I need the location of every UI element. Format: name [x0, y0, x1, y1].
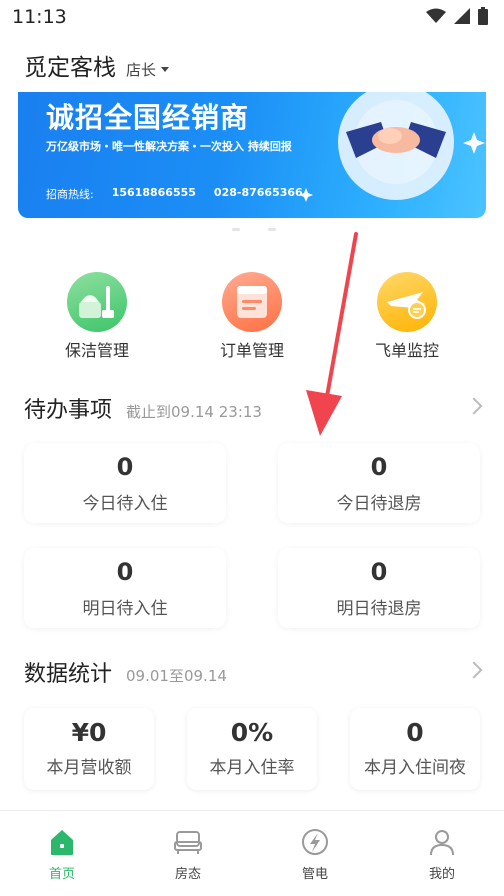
shop-name: 觅定客栈	[24, 55, 116, 81]
stat-card-occupancy[interactable]: 0% 本月入住率	[187, 708, 317, 790]
stats-more-chevron-icon[interactable]	[465, 661, 483, 679]
todo-value: 0	[370, 453, 388, 481]
banner-title: 诚招全国经销商	[46, 101, 250, 134]
annotation-arrow	[306, 232, 358, 436]
bed-icon	[173, 827, 203, 857]
todo-section-title: 待办事项 截止到09.14 23:13	[24, 392, 262, 424]
todo-label: 今日待入住	[82, 494, 168, 514]
stat-label: 本月入住率	[209, 758, 295, 778]
todo-card-tomorrow-checkin[interactable]: 0 明日待入住	[24, 548, 226, 628]
role-label: 店长	[126, 61, 157, 79]
stat-label: 本月营收额	[46, 758, 132, 778]
todo-value: 0	[116, 453, 134, 481]
todo-deadline: 截止到09.14 23:13	[126, 403, 262, 421]
todo-value: 0	[370, 558, 388, 586]
header: 觅定客栈 店长	[24, 48, 170, 82]
stat-value: ¥0	[71, 718, 107, 747]
stats-title: 数据统计	[24, 662, 113, 687]
quick-action-cleaning[interactable]: 保洁管理	[37, 272, 157, 361]
quick-action-label: 订单管理	[219, 341, 284, 360]
quick-action-orders[interactable]: 订单管理	[192, 272, 312, 361]
todo-card-today-checkout[interactable]: 0 今日待退房	[278, 443, 480, 523]
quick-action-label: 保洁管理	[64, 341, 129, 360]
stats-range: 09.01至09.14	[126, 667, 227, 685]
stat-label: 本月入住间夜	[364, 758, 466, 778]
role-dropdown[interactable]: 店长	[126, 59, 170, 80]
stats-section-title: 数据统计 09.01至09.14	[24, 656, 227, 688]
hotline-label: 招商热线:	[46, 188, 94, 201]
todo-card-tomorrow-checkout[interactable]: 0 明日待退房	[278, 548, 480, 628]
banner-hotline: 招商热线: 15618866555 028-87665366	[46, 186, 303, 202]
battery-icon	[478, 7, 488, 25]
tab-room-status[interactable]: 房态	[138, 827, 238, 882]
status-time: 11:13	[12, 6, 67, 28]
signal-icon	[454, 8, 470, 24]
caret-down-icon	[161, 67, 170, 72]
cleaning-icon	[67, 272, 127, 332]
stat-card-revenue[interactable]: ¥0 本月营收额	[24, 708, 154, 790]
hotline-phone-1: 15618866555	[111, 186, 196, 199]
banner-pagination	[232, 228, 276, 231]
wifi-icon	[426, 8, 446, 23]
todo-label: 明日待入住	[82, 599, 168, 619]
power-icon	[300, 827, 330, 857]
promo-banner[interactable]: 诚招全国经销商 万亿级市场・唯一性解决方案・一次投入 持续回报 招商热线: 15…	[18, 92, 486, 218]
handshake-illustration	[299, 92, 485, 202]
todo-title: 待办事项	[24, 398, 113, 423]
tab-label: 我的	[428, 867, 455, 882]
home-icon	[47, 827, 77, 857]
plane-icon	[377, 272, 437, 332]
todo-more-chevron-icon[interactable]	[465, 397, 483, 415]
user-icon	[427, 827, 457, 857]
stat-card-room-nights[interactable]: 0 本月入住间夜	[350, 708, 480, 790]
tab-label: 管电	[301, 867, 328, 882]
tab-home[interactable]: 首页	[12, 827, 112, 882]
todo-label: 今日待退房	[336, 494, 422, 514]
tab-label: 首页	[48, 867, 75, 882]
status-icons	[426, 7, 488, 25]
tab-me[interactable]: 我的	[392, 827, 492, 882]
stat-value: 0%	[230, 718, 274, 747]
todo-value: 0	[116, 558, 134, 586]
bottom-tab-bar: 首页 房态 管电 我的	[0, 810, 504, 896]
status-bar: 11:13	[0, 0, 504, 34]
pagination-dot	[268, 228, 276, 231]
stat-value: 0	[406, 718, 424, 747]
banner-subtitle: 万亿级市场・唯一性解决方案・一次投入 持续回报	[46, 140, 292, 153]
tab-label: 房态	[174, 867, 201, 882]
pagination-dot	[232, 228, 240, 231]
tab-power[interactable]: 管电	[265, 827, 365, 882]
todo-card-today-checkin[interactable]: 0 今日待入住	[24, 443, 226, 523]
todo-label: 明日待退房	[336, 599, 422, 619]
order-icon	[222, 272, 282, 332]
